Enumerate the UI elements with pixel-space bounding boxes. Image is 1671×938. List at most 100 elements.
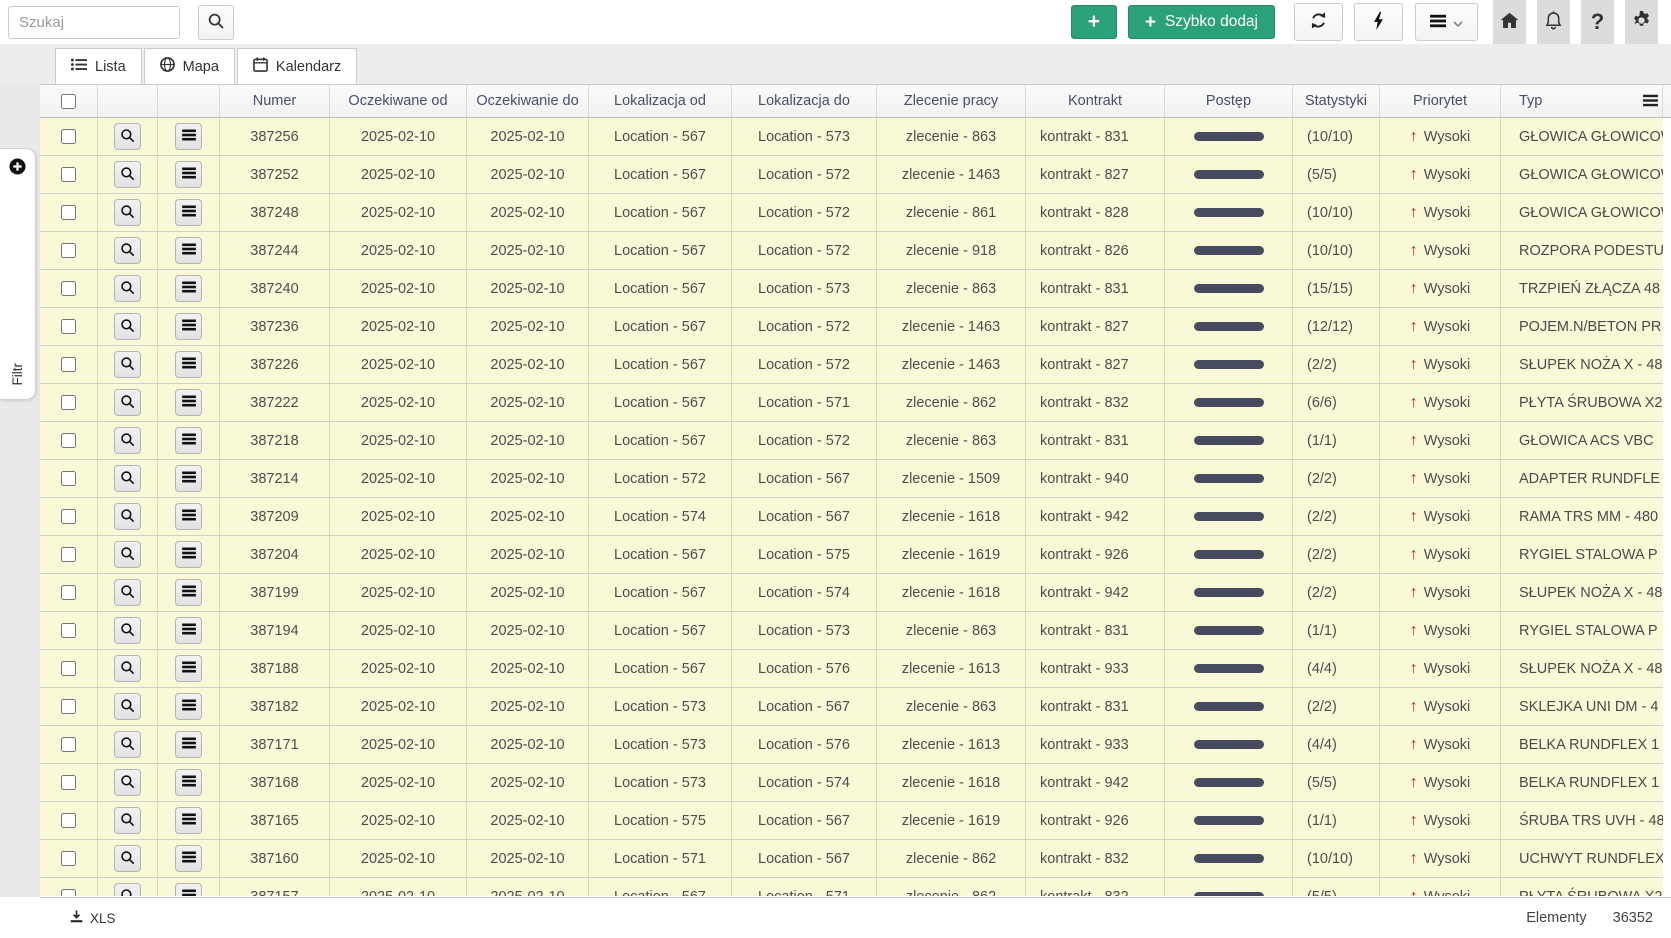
row-view-button[interactable] (114, 427, 141, 454)
row-menu-button[interactable] (175, 807, 202, 834)
help-button[interactable]: ? (1581, 0, 1614, 44)
list-menu-dropdown[interactable] (1415, 3, 1478, 41)
row-checkbox[interactable] (61, 775, 76, 790)
row-checkbox[interactable] (61, 281, 76, 296)
row-view-button[interactable] (114, 845, 141, 872)
row-checkbox[interactable] (61, 357, 76, 372)
row-checkbox[interactable] (61, 319, 76, 334)
add-button[interactable]: + (1071, 5, 1117, 39)
header-zlecenie-pracy[interactable]: Zlecenie pracy (877, 85, 1026, 117)
row-menu-button[interactable] (175, 845, 202, 872)
row-view-button[interactable] (114, 541, 141, 568)
row-menu-button[interactable] (175, 161, 202, 188)
row-view-button[interactable] (114, 389, 141, 416)
header-oczekiwane-od[interactable]: Oczekiwane od (330, 85, 467, 117)
row-checkbox[interactable] (61, 471, 76, 486)
column-settings-button[interactable] (1637, 90, 1663, 113)
search-button[interactable] (198, 5, 234, 40)
table-row: 387204 2025-02-10 2025-02-10 Location - … (40, 536, 1663, 574)
row-menu-button[interactable] (175, 199, 202, 226)
progress-bar (1194, 854, 1264, 863)
refresh-button[interactable] (1294, 3, 1343, 41)
row-view-button[interactable] (114, 351, 141, 378)
row-view-button[interactable] (114, 579, 141, 606)
row-view-button[interactable] (114, 161, 141, 188)
cell-oczekiwanie-do: 2025-02-10 (467, 688, 589, 725)
row-view-button[interactable] (114, 465, 141, 492)
row-checkbox[interactable] (61, 851, 76, 866)
row-menu-button[interactable] (175, 313, 202, 340)
row-menu-button[interactable] (175, 351, 202, 378)
row-checkbox[interactable] (61, 129, 76, 144)
row-menu-button[interactable] (175, 237, 202, 264)
row-menu-button[interactable] (175, 427, 202, 454)
cell-lokalizacja-do: Location - 572 (732, 156, 877, 193)
row-view-button[interactable] (114, 313, 141, 340)
row-menu-button[interactable] (175, 731, 202, 758)
row-menu-button[interactable] (175, 579, 202, 606)
row-checkbox[interactable] (61, 889, 76, 896)
row-checkbox[interactable] (61, 509, 76, 524)
row-view-button[interactable] (114, 807, 141, 834)
notifications-button[interactable] (1537, 0, 1570, 44)
row-checkbox[interactable] (61, 699, 76, 714)
row-checkbox[interactable] (61, 661, 76, 676)
row-view-button[interactable] (114, 237, 141, 264)
row-checkbox[interactable] (61, 813, 76, 828)
row-checkbox[interactable] (61, 243, 76, 258)
export-xls-button[interactable]: XLS (70, 910, 116, 926)
row-menu-button[interactable] (175, 123, 202, 150)
row-view-button[interactable] (114, 769, 141, 796)
select-all-checkbox[interactable] (61, 94, 76, 109)
row-menu-button[interactable] (175, 275, 202, 302)
row-checkbox[interactable] (61, 433, 76, 448)
row-view-button[interactable] (114, 275, 141, 302)
header-lokalizacja-do[interactable]: Lokalizacja do (732, 85, 877, 117)
row-menu-button[interactable] (175, 769, 202, 796)
tab-lista[interactable]: Lista (55, 48, 142, 84)
header-menu-col (158, 85, 220, 117)
row-checkbox[interactable] (61, 585, 76, 600)
filter-panel-tab[interactable]: Filtr (0, 148, 36, 400)
settings-button[interactable] (1625, 0, 1658, 44)
search-input[interactable] (8, 6, 180, 39)
row-menu-button[interactable] (175, 541, 202, 568)
row-menu-button[interactable] (175, 883, 202, 896)
row-view-button[interactable] (114, 655, 141, 682)
row-checkbox[interactable] (61, 547, 76, 562)
row-menu-button[interactable] (175, 655, 202, 682)
header-oczekiwanie-do[interactable]: Oczekiwanie do (467, 85, 589, 117)
header-statystyki[interactable]: Statystyki (1293, 85, 1380, 117)
header-lokalizacja-od[interactable]: Lokalizacja od (589, 85, 732, 117)
quick-add-button[interactable]: + Szybko dodaj (1128, 5, 1275, 39)
row-view-button[interactable] (114, 617, 141, 644)
row-checkbox[interactable] (61, 167, 76, 182)
row-menu-button[interactable] (175, 389, 202, 416)
row-checkbox[interactable] (61, 623, 76, 638)
header-kontrakt[interactable]: Kontrakt (1026, 85, 1165, 117)
header-priorytet[interactable]: Priorytet (1380, 85, 1501, 117)
row-checkbox[interactable] (61, 205, 76, 220)
download-icon (70, 910, 83, 926)
row-checkbox[interactable] (61, 737, 76, 752)
row-select-cell (40, 460, 98, 497)
tab-mapa[interactable]: Mapa (144, 48, 235, 84)
header-numer[interactable]: Numer (220, 85, 330, 117)
row-view-button[interactable] (114, 731, 141, 758)
row-view-button[interactable] (114, 503, 141, 530)
home-button[interactable] (1493, 0, 1526, 44)
row-view-button[interactable] (114, 883, 141, 896)
row-menu-button[interactable] (175, 465, 202, 492)
row-view-button[interactable] (114, 123, 141, 150)
row-menu-button[interactable] (175, 693, 202, 720)
tab-kalendarz[interactable]: Kalendarz (237, 48, 357, 84)
row-menu-button[interactable] (175, 617, 202, 644)
header-postep[interactable]: Postęp (1165, 85, 1293, 117)
row-view-button[interactable] (114, 693, 141, 720)
search-icon (120, 166, 135, 184)
row-view-button[interactable] (114, 199, 141, 226)
cell-oczekiwanie-do: 2025-02-10 (467, 574, 589, 611)
row-checkbox[interactable] (61, 395, 76, 410)
row-menu-button[interactable] (175, 503, 202, 530)
automation-button[interactable] (1354, 3, 1403, 41)
